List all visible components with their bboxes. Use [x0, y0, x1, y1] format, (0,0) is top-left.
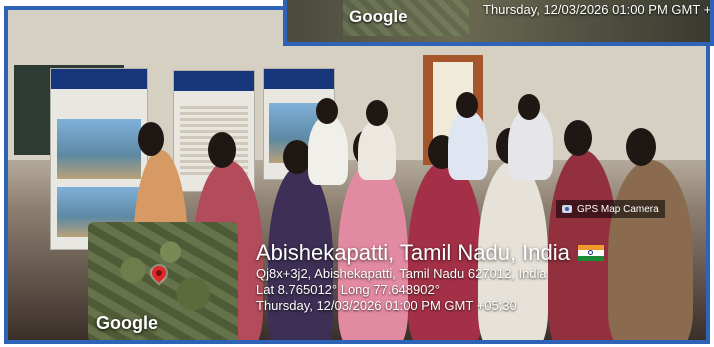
student-head: [208, 132, 236, 168]
location-title: Abishekapatti, Tamil Nadu, India: [256, 240, 570, 265]
top-google-logo: Google: [349, 7, 408, 26]
photo-frame: GPS Map Camera Google Abishekapatti, Tam…: [4, 6, 710, 344]
gps-map-camera-badge: GPS Map Camera: [556, 200, 665, 218]
map-thumbnail: Google: [88, 222, 238, 340]
gps-badge-label: GPS Map Camera: [577, 203, 659, 215]
student: [608, 160, 693, 340]
address-line: Qj8x+3j2, Abishekapatti, Tamil Nadu 6270…: [256, 266, 547, 281]
google-logo: Google: [96, 313, 158, 333]
student: [448, 110, 488, 180]
location-title-row: Abishekapatti, Tamil Nadu, India: [256, 240, 604, 266]
map-pin-icon: [149, 263, 169, 283]
student-head: [564, 120, 592, 156]
student-head: [626, 128, 656, 166]
student-head: [366, 100, 388, 126]
student-head: [456, 92, 478, 118]
gps-location-block: Abishekapatti, Tamil Nadu, India Qj8x+3j…: [256, 240, 604, 314]
timestamp-line: Thursday, 12/03/2026 01:00 PM GMT +05:30: [256, 298, 517, 313]
student-head: [138, 122, 164, 156]
camera-icon: [562, 205, 572, 213]
student-head: [518, 94, 540, 120]
student: [358, 120, 396, 180]
student: [308, 115, 348, 185]
coordinates-line: Lat 8.765012° Long 77.648902°: [256, 282, 440, 297]
top-photo-strip: Google Thursday, 12/03/2026 01:00 PM GMT…: [283, 0, 714, 46]
top-timestamp: Thursday, 12/03/2026 01:00 PM GMT +0: [483, 2, 714, 17]
student-head: [316, 98, 338, 124]
india-flag-icon: [577, 244, 604, 262]
student-head: [283, 140, 311, 174]
